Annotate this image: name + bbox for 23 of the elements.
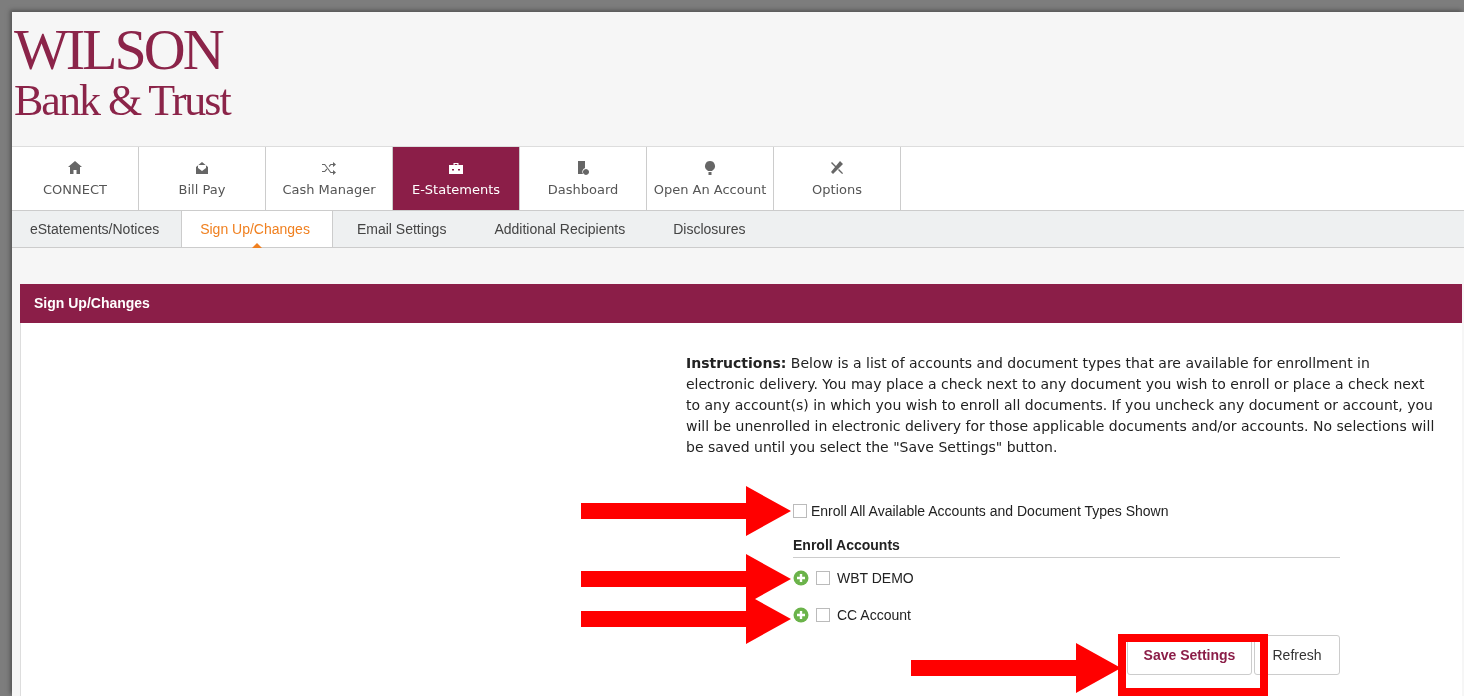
tools-icon [829,160,845,176]
arrow-icon [581,486,791,536]
expand-icon[interactable] [793,570,809,586]
briefcase-icon [448,160,464,176]
section-heading: Enroll Accounts [793,537,1340,558]
checkbox[interactable] [816,571,830,585]
expand-icon[interactable] [793,607,809,623]
nav-tab[interactable]: E-Statements [393,147,520,210]
checkbox[interactable] [816,608,830,622]
checkbox[interactable] [793,504,807,518]
checkbox-label: Enroll All Available Accounts and Document Types Shown [811,503,1169,519]
home-icon [67,160,83,176]
bank-logo: WILSON Bank & Trust [14,24,230,126]
sub-tab[interactable]: Additional Recipients [470,211,650,247]
sub-tab[interactable]: Email Settings [332,211,471,247]
envelope-icon [194,160,210,176]
shuffle-icon [321,160,337,176]
sub-tab[interactable]: Disclosures [649,211,770,247]
account-name: WBT DEMO [837,570,914,586]
instructions-text: Instructions: Below is a list of accounts and document types that are available for enrollment in electronic delivery. You may place a check next to any document you wish to enroll or place a check next to any account(s) in which you wish to enroll all documents. If you uncheck any document or account, you will be unenrolled in electronic delivery for those applicable documents and/or accounts. No selections will be saved until you select the "Save Settings" button. [686,354,1436,457]
arrow-icon [911,643,1121,693]
panel-header: Sign Up/Changes [20,284,1462,323]
account-name: CC Account [837,607,911,623]
